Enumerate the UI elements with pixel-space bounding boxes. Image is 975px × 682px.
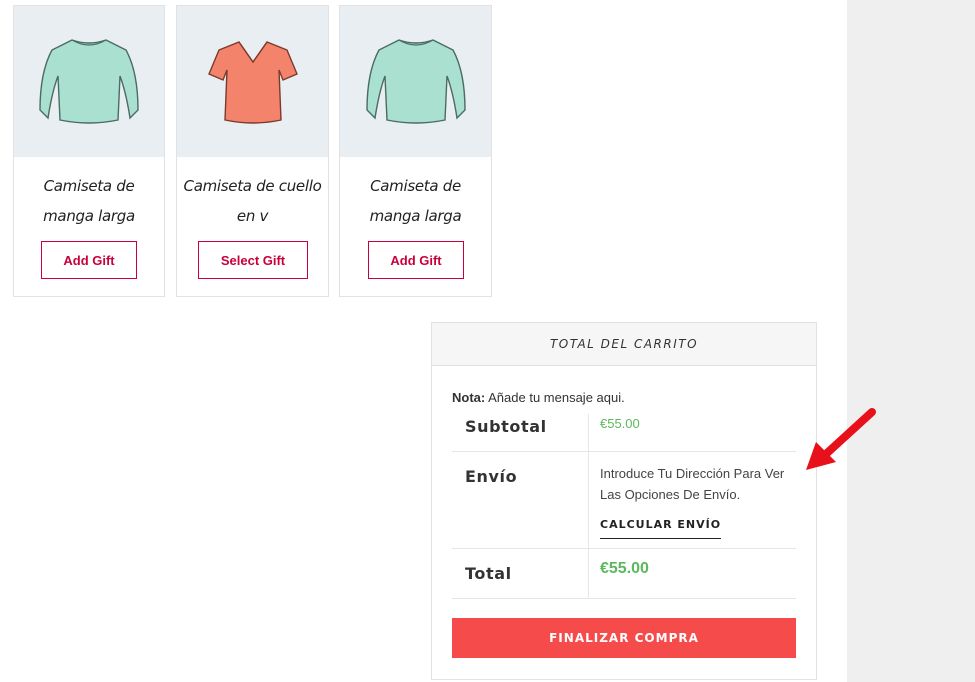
shipping-row: Envío Introduce Tu Dirección Para Ver La… xyxy=(452,452,796,549)
cart-note-label: Nota: xyxy=(452,390,486,405)
shipping-info: Introduce Tu Dirección Para Ver Las Opci… xyxy=(589,452,796,548)
long-sleeve-shirt-icon xyxy=(39,38,139,124)
product-name[interactable]: Camiseta de manga larga xyxy=(346,171,485,231)
annotation-arrow-icon xyxy=(806,408,876,470)
cart-totals-panel: TOTAL DEL CARRITO Nota: Añade tu mensaje… xyxy=(431,322,817,680)
product-image[interactable] xyxy=(14,6,164,157)
total-row: Total €55.00 xyxy=(452,549,796,599)
product-card: Camiseta de cuello en v Select Gift xyxy=(176,5,329,297)
total-label: Total xyxy=(452,549,589,598)
v-neck-tshirt-icon xyxy=(207,40,298,124)
cart-note: Nota: Añade tu mensaje aqui. xyxy=(452,390,625,405)
long-sleeve-shirt-icon xyxy=(365,38,466,124)
checkout-button[interactable]: FINALIZAR COMPRA xyxy=(452,618,796,658)
cart-totals-title: TOTAL DEL CARRITO xyxy=(432,323,816,366)
product-name[interactable]: Camiseta de manga larga xyxy=(20,171,158,231)
calculate-shipping-link[interactable]: CALCULAR ENVÍO xyxy=(600,514,722,539)
right-sidebar-background xyxy=(847,0,975,682)
product-name[interactable]: Camiseta de cuello en v xyxy=(183,171,322,231)
total-value: €55.00 xyxy=(600,560,649,577)
subtotal-label: Subtotal xyxy=(452,414,589,451)
add-gift-button[interactable]: Add Gift xyxy=(368,241,464,279)
cart-note-text: Añade tu mensaje aqui. xyxy=(488,390,625,405)
product-image[interactable] xyxy=(340,6,491,157)
product-card: Camiseta de manga larga Add Gift xyxy=(13,5,165,297)
product-image[interactable] xyxy=(177,6,328,157)
shipping-label: Envío xyxy=(452,452,589,548)
product-card: Camiseta de manga larga Add Gift xyxy=(339,5,492,297)
subtotal-row: Subtotal €55.00 xyxy=(452,414,796,452)
shipping-text: Introduce Tu Dirección Para Ver Las Opci… xyxy=(600,466,785,502)
add-gift-button[interactable]: Add Gift xyxy=(41,241,137,279)
totals-table: Subtotal €55.00 Envío Introduce Tu Direc… xyxy=(452,414,796,599)
subtotal-value: €55.00 xyxy=(600,416,640,431)
select-gift-button[interactable]: Select Gift xyxy=(198,241,308,279)
